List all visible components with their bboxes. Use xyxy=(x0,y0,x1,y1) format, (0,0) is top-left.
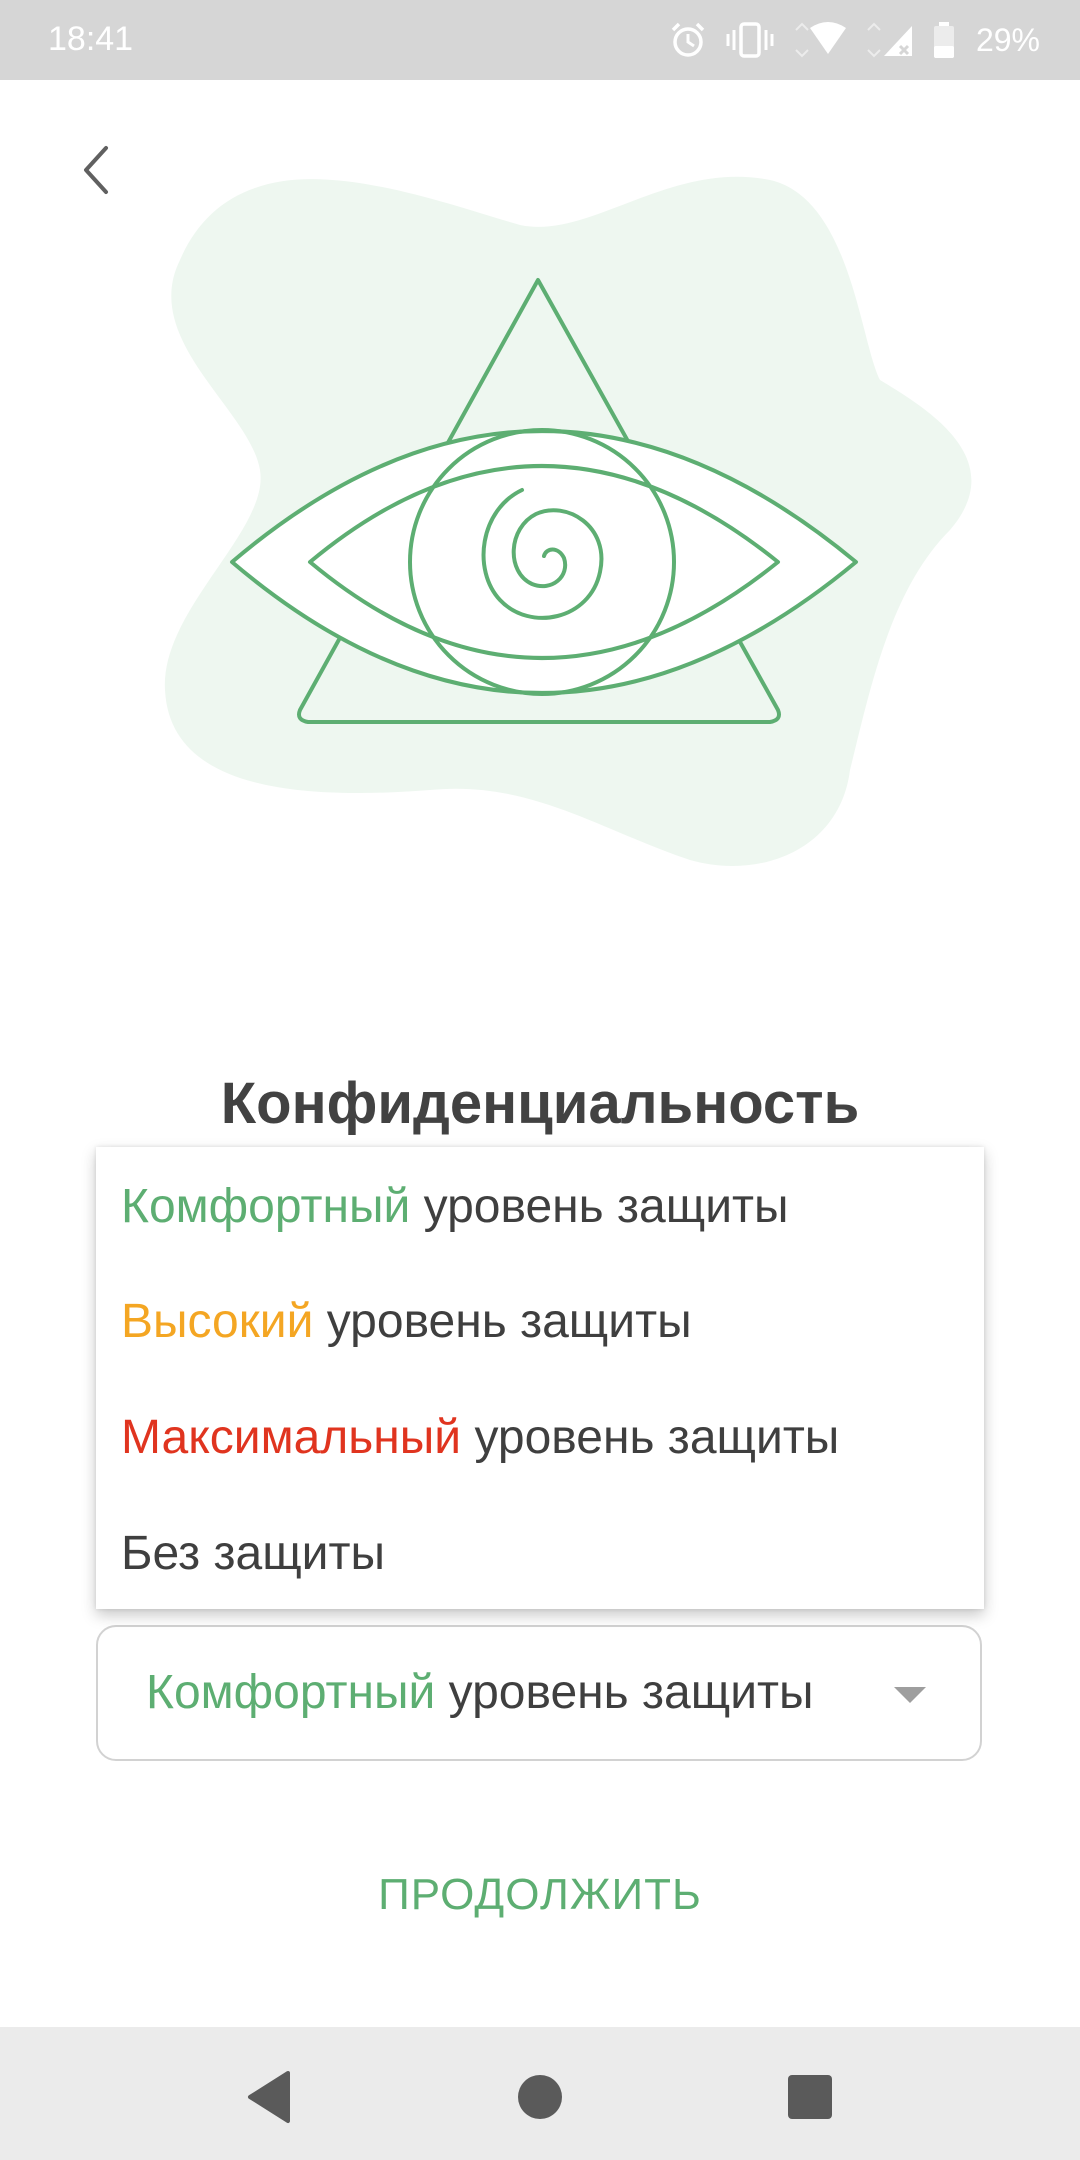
menu-item-rest: Без защиты xyxy=(121,1527,385,1580)
back-button[interactable] xyxy=(56,130,136,210)
alarm-icon xyxy=(668,20,708,60)
eye-in-triangle-illustration xyxy=(164,176,972,866)
menu-item-maximum[interactable]: Максимальный уровень защиты xyxy=(96,1378,984,1493)
page-title: Конфиденциальность xyxy=(220,1071,860,1136)
vibrate-icon xyxy=(726,20,774,60)
menu-item-no-protection[interactable]: Без защиты xyxy=(96,1494,984,1609)
chevron-left-icon xyxy=(84,146,108,194)
nav-back-button[interactable] xyxy=(228,2057,308,2137)
status-bar: 18:41 29% xyxy=(0,0,1080,80)
menu-item-rest: уровень защиты xyxy=(461,1411,840,1464)
dropdown-selected-level: Комфортный xyxy=(146,1666,436,1719)
nav-home-button[interactable] xyxy=(500,2057,580,2137)
menu-item-level: Высокий xyxy=(121,1295,314,1348)
home-circle-icon xyxy=(518,2075,562,2119)
dropdown-selected-value: Комфортный уровень защиты xyxy=(146,1665,813,1720)
system-nav-bar xyxy=(0,2027,1080,2160)
menu-item-comfortable[interactable]: Комфортный уровень защиты xyxy=(96,1147,984,1262)
protection-level-dropdown[interactable]: Комфортный уровень защиты xyxy=(96,1625,982,1761)
nav-recents-button[interactable] xyxy=(770,2057,850,2137)
menu-item-level: Комфортный xyxy=(121,1180,411,1233)
menu-item-level: Максимальный xyxy=(121,1411,462,1464)
battery-percent: 29% xyxy=(975,21,1040,58)
menu-item-rest: уровень защиты xyxy=(410,1180,789,1233)
protection-level-menu: Комфортный уровень защиты Высокий уровен… xyxy=(96,1147,984,1609)
battery-icon xyxy=(932,20,956,60)
cellular-icon xyxy=(866,20,914,60)
status-time: 18:41 xyxy=(48,20,134,58)
chevron-down-icon xyxy=(894,1687,926,1703)
recents-square-icon xyxy=(788,2075,832,2119)
wifi-icon xyxy=(792,20,848,60)
menu-item-rest: уровень защиты xyxy=(313,1295,692,1348)
dropdown-selected-rest: уровень защиты xyxy=(435,1666,814,1719)
status-icons: 29% xyxy=(668,16,1040,64)
back-triangle-icon xyxy=(248,2071,290,2123)
menu-item-high[interactable]: Высокий уровень защиты xyxy=(96,1262,984,1377)
continue-button[interactable]: ПРОДОЛЖИТЬ xyxy=(300,1855,780,1935)
